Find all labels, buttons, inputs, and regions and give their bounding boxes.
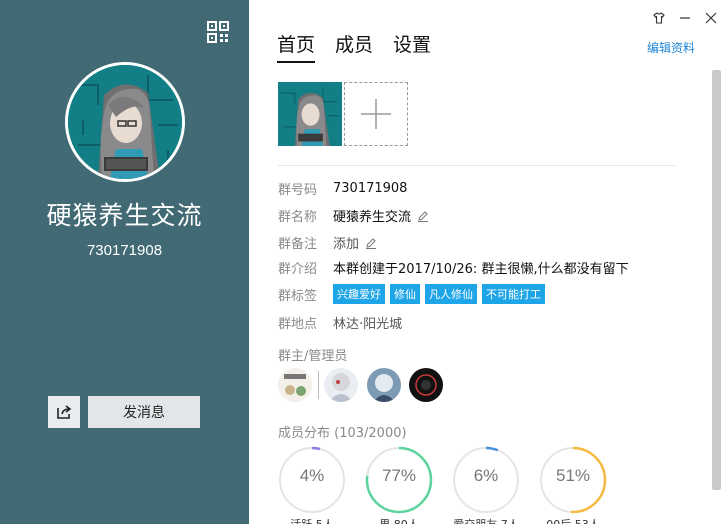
info-label: 群介绍 [278, 262, 318, 277]
tab-members[interactable]: 成员 [335, 30, 373, 63]
distribution-label: 爱交朋友 7人 [446, 516, 526, 524]
info-row-number: 群号码 730171908 [278, 179, 407, 198]
admins-section-title: 群主/管理员 [278, 349, 348, 364]
plus-icon [361, 99, 391, 129]
info-label: 群备注 [278, 237, 318, 252]
add-remark-link[interactable]: 添加 [333, 233, 359, 252]
admin-avatar[interactable] [324, 368, 358, 402]
info-row-intro: 群介绍 本群创建于2017/10/26: 群主很懒,什么都没有留下 [278, 258, 629, 277]
group-number: 730171908 [86, 242, 163, 259]
share-icon [57, 405, 72, 419]
close-button[interactable] [698, 8, 724, 28]
info-row-name: 群名称 硬猿养生交流 [278, 206, 429, 225]
add-photo-button[interactable] [344, 82, 408, 146]
qr-code-icon[interactable] [207, 21, 229, 43]
info-row-location: 群地点 林达·阳光城 [278, 313, 402, 332]
minimize-button[interactable] [672, 8, 698, 28]
skin-button[interactable] [646, 8, 672, 28]
group-location-value: 林达·阳光城 [333, 317, 403, 332]
edit-pencil-icon[interactable] [365, 237, 377, 249]
group-tag[interactable]: 不可能打工 [482, 284, 545, 304]
scrollbar[interactable] [712, 70, 721, 490]
distribution-percent: 6% [473, 466, 499, 485]
info-label: 群号码 [278, 183, 318, 198]
admin-avatar[interactable] [367, 368, 401, 402]
minimize-icon [680, 17, 690, 19]
distribution-label: 活跃 5人 [272, 516, 352, 524]
info-label: 群地点 [278, 317, 318, 332]
group-tag[interactable]: 凡人修仙 [425, 284, 477, 304]
distribution-label: 男 80人 [359, 516, 439, 524]
tab-home[interactable]: 首页 [277, 30, 316, 63]
info-row-remark: 群备注 添加 [278, 233, 377, 252]
group-detail-panel: 首页 成员 设置 编辑资料 群号码 730171908 群名称 硬猿养生交流 群… [249, 0, 724, 524]
admin-avatar[interactable] [278, 368, 312, 402]
group-name-value: 硬猿养生交流 [333, 210, 412, 225]
group-name: 硬猿养生交流 [46, 201, 203, 230]
group-intro-value: 本群创建于2017/10/26: 群主很懒,什么都没有留下 [333, 262, 629, 277]
info-label: 群标签 [278, 288, 318, 304]
tab-settings[interactable]: 设置 [393, 30, 431, 63]
shirt-icon [653, 12, 665, 24]
edit-profile-link[interactable]: 编辑资料 [647, 39, 695, 56]
group-tag[interactable]: 兴趣爱好 [333, 284, 385, 304]
group-avatar[interactable] [65, 62, 185, 182]
distribution-label: 00后 53人 [533, 516, 613, 524]
share-button[interactable] [48, 396, 80, 428]
group-sidebar: 硬猿养生交流 730171908 发消息 [0, 0, 249, 524]
tab-bar: 首页 成员 设置 [277, 30, 431, 63]
admin-avatar[interactable] [409, 368, 443, 402]
group-tag[interactable]: 修仙 [390, 284, 420, 304]
group-photo-thumbnail[interactable] [278, 82, 342, 146]
info-row-tags: 群标签 兴趣爱好 修仙 凡人修仙 不可能打工 [278, 284, 550, 304]
close-icon [705, 12, 717, 24]
admin-separator [318, 371, 319, 399]
distribution-percent: 4% [299, 466, 325, 485]
group-number-value: 730171908 [333, 181, 408, 196]
divider [278, 165, 675, 166]
distribution-percent: 51% [555, 466, 591, 485]
distribution-percent: 77% [381, 466, 417, 485]
edit-pencil-icon[interactable] [417, 210, 429, 222]
send-message-button[interactable]: 发消息 [88, 396, 200, 428]
info-label: 群名称 [278, 210, 318, 225]
member-distribution-title: 成员分布 (103/2000) [278, 426, 407, 441]
window-controls [646, 8, 724, 28]
